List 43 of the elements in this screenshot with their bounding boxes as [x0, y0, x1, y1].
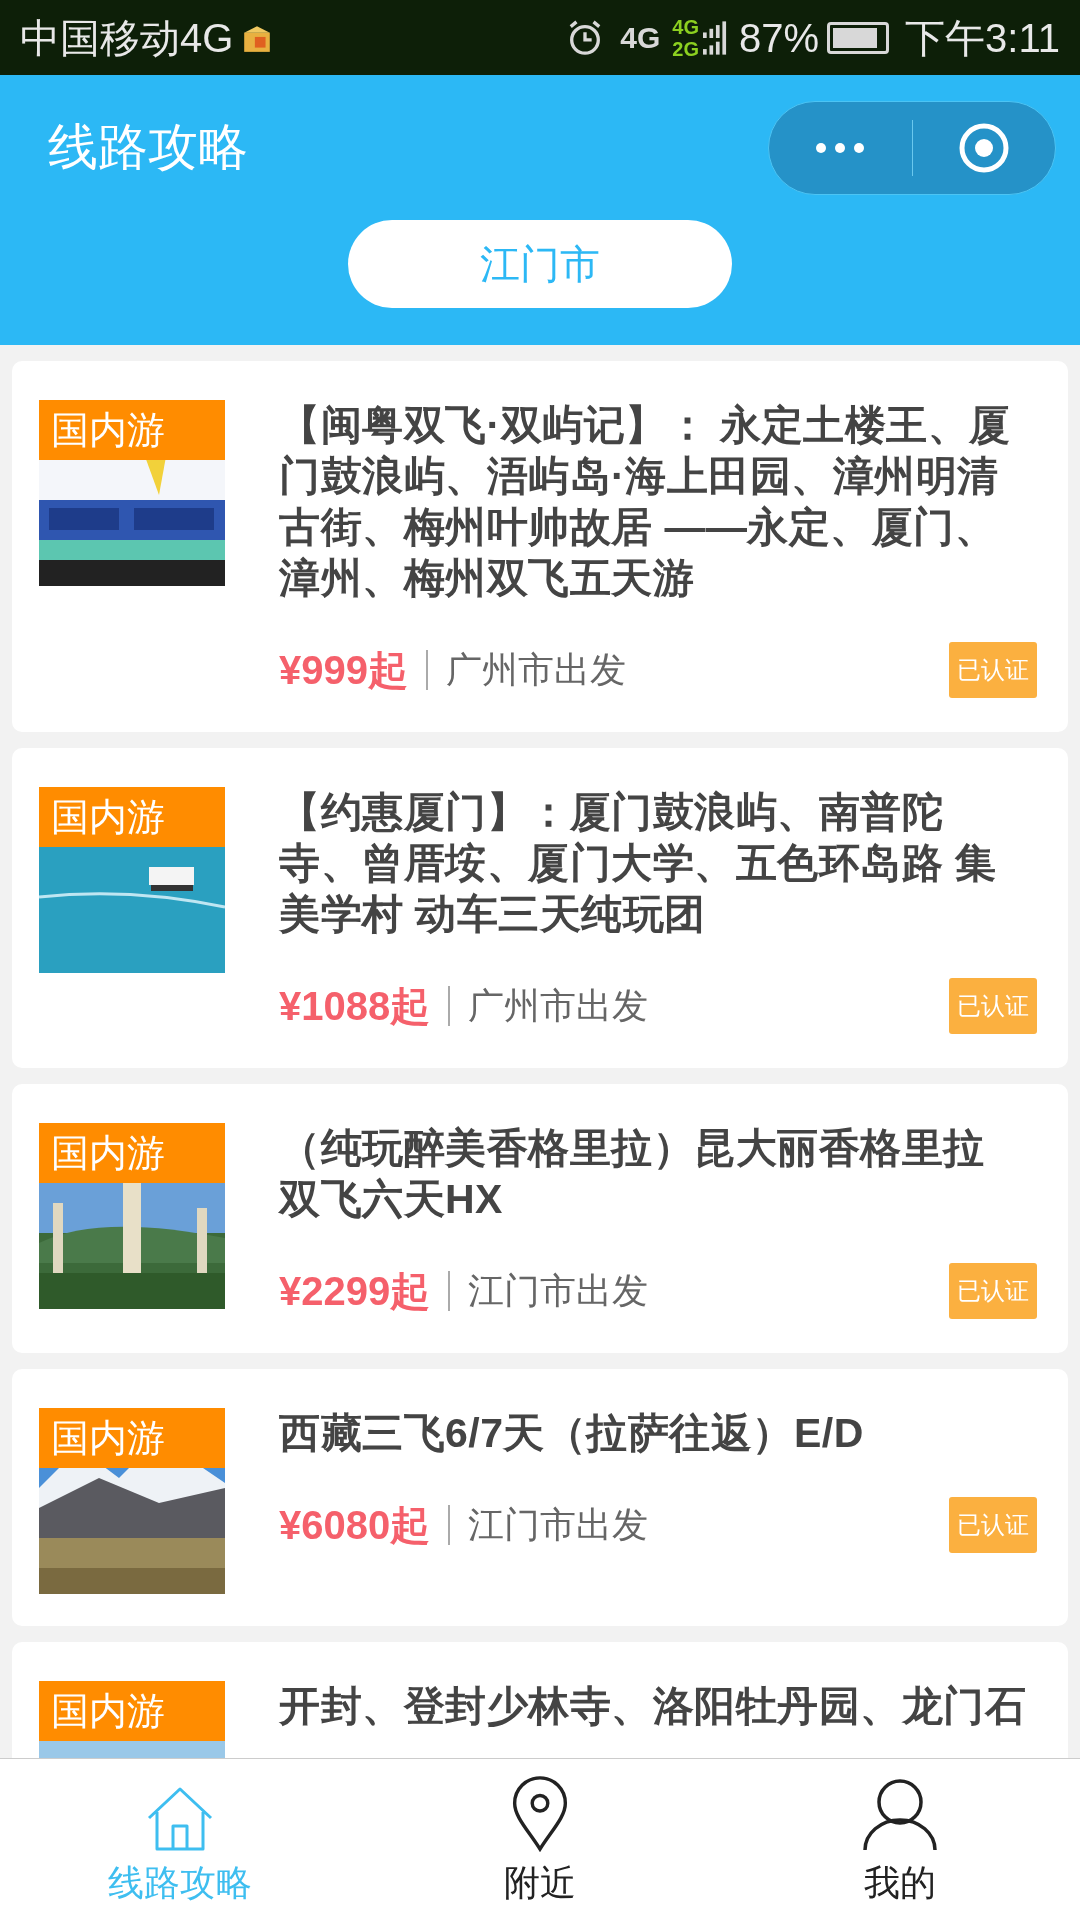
target-icon — [957, 121, 1010, 174]
price: ¥6080起 — [279, 1502, 431, 1549]
route-card[interactable]: 国内游 【闽粤双飞·双屿记】： 永定土楼王、厦门鼓浪屿、浯屿岛·海上田园、漳州明清古街、梅州叶帅故居 ——永定、厦门、漳州、梅州双飞五天游 ¥999起 广州市出发 已认证 — [12, 361, 1068, 732]
home-icon — [145, 1786, 215, 1852]
route-title: 【闽粤双飞·双屿记】： 永定土楼王、厦门鼓浪屿、浯屿岛·海上田园、漳州明清古街、梅州叶帅故居 ——永定、厦门、漳州、梅州双飞五天游 — [279, 401, 1012, 603]
location-pin-icon — [510, 1774, 570, 1852]
category-tag: 国内游 — [39, 1681, 225, 1741]
category-tag: 国内游 — [39, 400, 225, 460]
verified-badge: 已认证 — [949, 642, 1037, 698]
route-title: （纯玩醉美香格里拉）昆大丽香格里拉双飞六天HX — [279, 1124, 986, 1224]
network-label: 4G — [620, 20, 661, 56]
departure-city: 广州市出发 — [446, 648, 627, 692]
user-icon — [863, 1778, 937, 1852]
verified-badge: 已认证 — [949, 978, 1037, 1034]
battery-percent: 87% — [739, 14, 820, 62]
price: ¥1088起 — [279, 983, 431, 1030]
battery-icon — [827, 21, 890, 54]
carrier-name: 中国移动4G — [20, 14, 234, 62]
verified-badge: 已认证 — [949, 1263, 1037, 1319]
route-title: 开封、登封少林寺、洛阳牡丹园、龙门石 — [279, 1682, 1027, 1731]
price: ¥999起 — [279, 647, 408, 694]
category-tag: 国内游 — [39, 1408, 225, 1468]
clock-time: 下午3:11 — [905, 14, 1060, 62]
price: ¥2299起 — [279, 1268, 431, 1315]
route-title: 【约惠厦门】：厦门鼓浪屿、南普陀寺、曾厝垵、厦门大学、五色环岛路 集美学村 动车三天纯玩团 — [279, 788, 998, 939]
departure-city: 广州市出发 — [468, 984, 650, 1028]
departure-city: 江门市出发 — [468, 1503, 650, 1547]
category-tag: 国内游 — [39, 787, 225, 847]
departure-city: 江门市出发 — [468, 1269, 650, 1313]
route-card[interactable]: 国内游 开封、登封少林寺、洛阳牡丹园、龙门石 — [12, 1642, 1068, 1758]
verified-badge: 已认证 — [949, 1497, 1037, 1553]
page-title: 线路攻略 — [48, 118, 248, 177]
category-tag: 国内游 — [39, 1123, 225, 1183]
route-card[interactable]: 国内游 【约惠厦门】：厦门鼓浪屿、南普陀寺、曾厝垵、厦门大学、五色环岛路 集美学村 动车三天纯玩团 ¥1088起 广州市出发 已认证 — [12, 748, 1068, 1068]
network-label: 2G — [672, 37, 700, 60]
route-card[interactable]: 国内游 （纯玩醉美香格里拉）昆大丽香格里拉双飞六天HX ¥2299起 江门市出发 已认证 — [12, 1084, 1068, 1353]
tab-bar-item[interactable]: 附近 — [360, 1759, 720, 1920]
tab-bar-item[interactable]: 我的 — [720, 1759, 1080, 1920]
route-card[interactable]: 国内游 西藏三飞6/7天（拉萨往返）E/D ¥6080起 江门市出发 已认证 — [12, 1369, 1068, 1626]
more-icon — [815, 141, 866, 154]
network-label: 4G — [672, 15, 700, 38]
signal-icon — [703, 20, 728, 55]
route-title: 西藏三飞6/7天（拉萨往返）E/D — [279, 1409, 865, 1458]
